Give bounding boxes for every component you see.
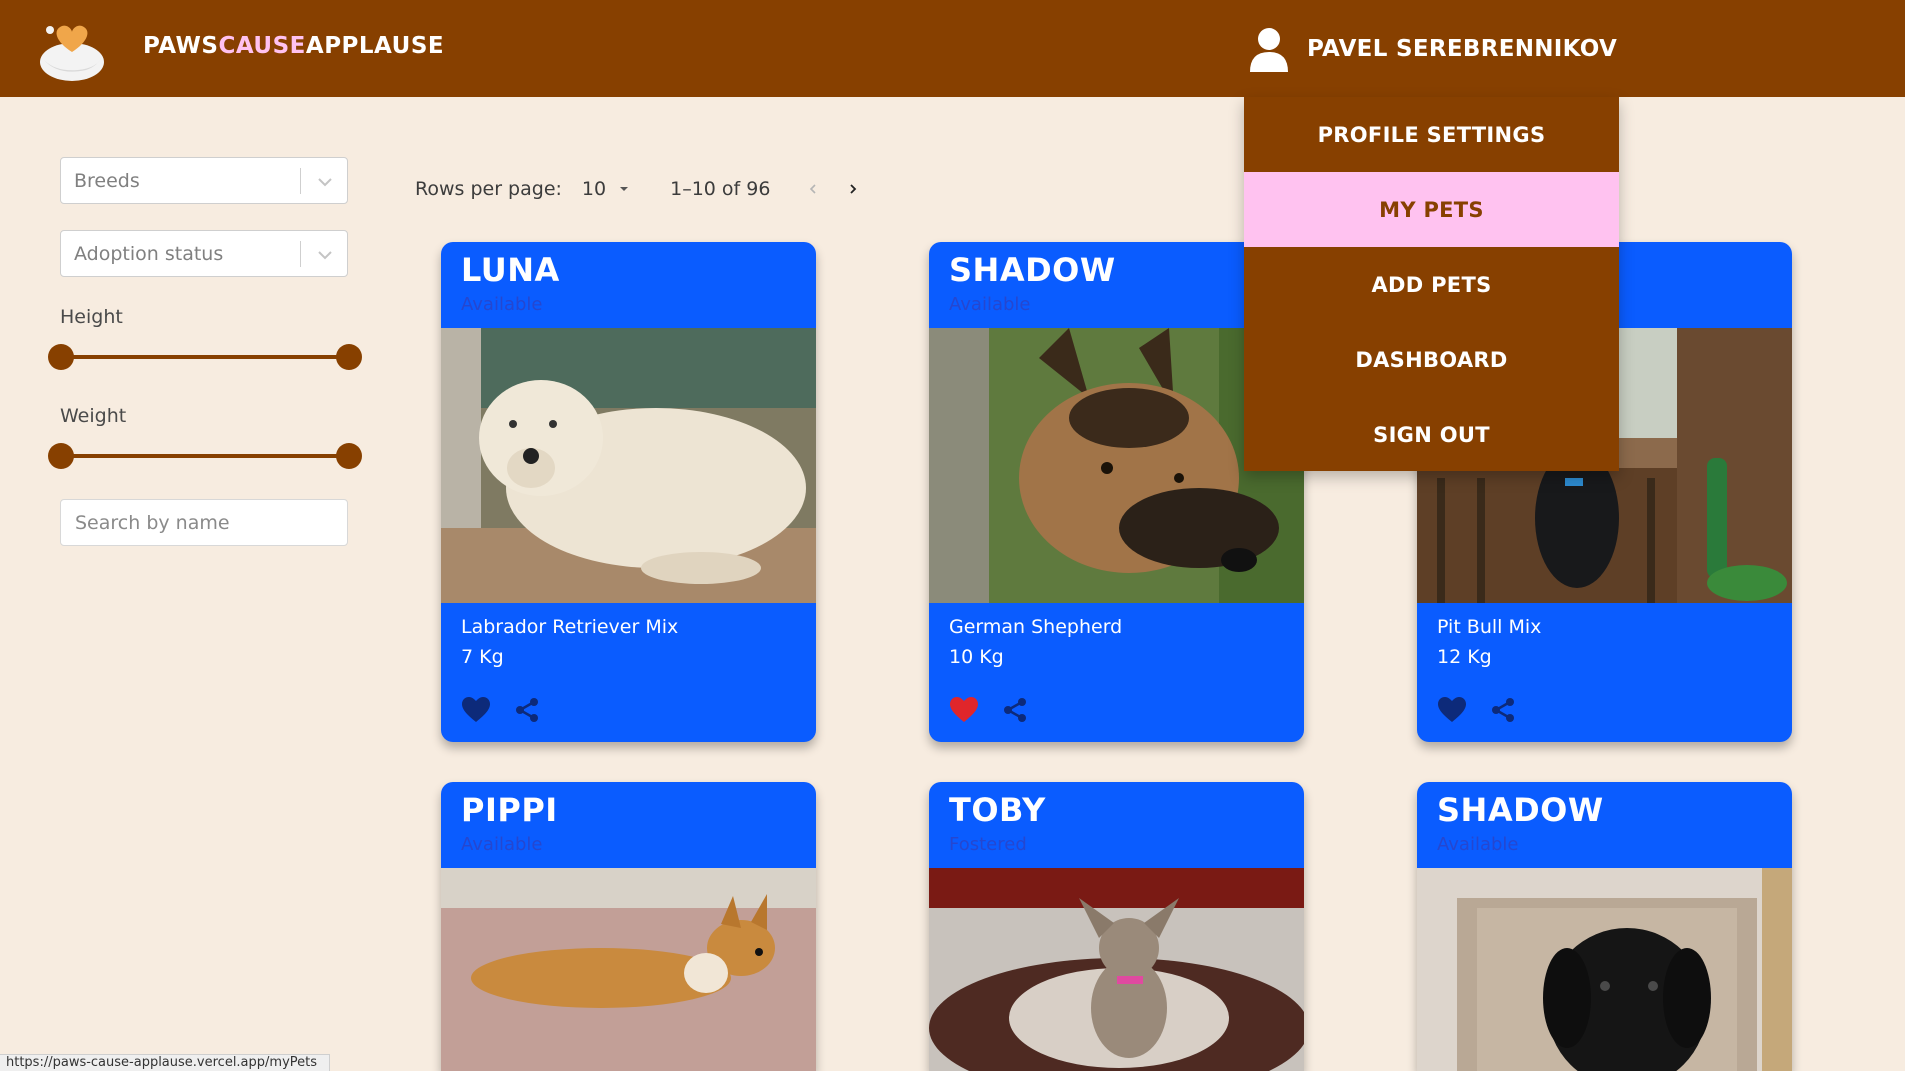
page-range: 1–10 of 96 (670, 178, 771, 200)
brand-part-applause: APPLAUSE (305, 33, 445, 59)
breeds-placeholder: Breeds (74, 170, 140, 192)
logo-heart-hand-icon[interactable] (38, 18, 106, 82)
brand-part-cause: CAUSE (218, 33, 306, 59)
next-page-icon[interactable] (846, 182, 860, 196)
pet-name: SHADOW (1437, 791, 1604, 829)
user-dropdown-menu: PROFILE SETTINGS MY PETS ADD PETS DASHBO… (1244, 97, 1619, 471)
pet-status: Available (949, 294, 1031, 315)
weight-range-slider[interactable] (48, 442, 362, 470)
weight-label: Weight (60, 405, 127, 427)
pet-weight: 7 Kg (461, 646, 504, 668)
slider-track (60, 454, 350, 458)
chevron-down-icon[interactable] (315, 245, 335, 265)
pet-name: TOBY (949, 791, 1046, 829)
pet-breed: German Shepherd (949, 616, 1123, 638)
pet-card[interactable]: LUNA Available Labrador Retriever Mix 7 … (441, 242, 816, 742)
height-label: Height (60, 306, 123, 328)
weight-min-thumb[interactable] (48, 443, 74, 469)
top-nav-bar: PAWSCAUSEAPPLAUSE PAVEL SEREBRENNIKOV (0, 0, 1905, 97)
user-menu-trigger[interactable]: PAVEL SEREBRENNIKOV (1248, 26, 1617, 72)
weight-max-thumb[interactable] (336, 443, 362, 469)
adoption-status-select[interactable]: Adoption status (60, 230, 348, 277)
slider-track (60, 355, 350, 359)
share-icon[interactable] (514, 697, 540, 723)
menu-item-my-pets[interactable]: MY PETS (1244, 172, 1619, 247)
prev-page-icon[interactable] (806, 182, 820, 196)
rows-per-page-select[interactable]: 10 (582, 178, 606, 200)
height-range-slider[interactable] (48, 343, 362, 371)
select-separator (300, 241, 301, 267)
height-min-thumb[interactable] (48, 344, 74, 370)
pet-card[interactable]: SHADOW Available (1417, 782, 1792, 1071)
pagination: Rows per page: 10 1–10 of 96 (415, 176, 860, 202)
user-avatar-icon (1250, 28, 1288, 72)
pet-photo (1417, 868, 1792, 1071)
pet-weight: 10 Kg (949, 646, 1004, 668)
adoption-status-placeholder: Adoption status (74, 243, 224, 265)
favorite-heart-icon[interactable] (462, 697, 490, 723)
pet-breed: Labrador Retriever Mix (461, 616, 679, 638)
brand-part-paws: PAWS (143, 33, 219, 59)
menu-item-profile-settings[interactable]: PROFILE SETTINGS (1244, 97, 1619, 172)
favorite-heart-icon[interactable] (950, 697, 978, 723)
pet-weight: 12 Kg (1437, 646, 1492, 668)
pet-breed: Pit Bull Mix (1437, 616, 1542, 638)
pet-status: Fostered (949, 834, 1027, 855)
pet-card[interactable]: PIPPI Available (441, 782, 816, 1071)
brand-name[interactable]: PAWSCAUSEAPPLAUSE (143, 33, 444, 59)
breeds-select[interactable]: Breeds (60, 157, 348, 204)
pet-status: Available (461, 834, 543, 855)
pet-status: Available (461, 294, 543, 315)
select-separator (300, 168, 301, 194)
search-by-name-input[interactable] (60, 499, 348, 546)
pet-status: Available (1437, 834, 1519, 855)
caret-down-icon[interactable] (618, 183, 630, 195)
pet-photo (441, 868, 816, 1071)
favorite-heart-icon[interactable] (1438, 697, 1466, 723)
share-icon[interactable] (1490, 697, 1516, 723)
rows-per-page-label: Rows per page: (415, 178, 562, 200)
share-icon[interactable] (1002, 697, 1028, 723)
pet-photo (441, 328, 816, 603)
pet-card[interactable]: TOBY Fostered (929, 782, 1304, 1071)
pet-photo (929, 868, 1304, 1071)
pet-name: SHADOW (949, 251, 1116, 289)
chevron-down-icon[interactable] (315, 172, 335, 192)
pet-name: PIPPI (461, 791, 558, 829)
menu-item-dashboard[interactable]: DASHBOARD (1244, 322, 1619, 397)
link-preview-status-bar: https://paws-cause-applause.vercel.app/m… (0, 1054, 330, 1071)
pet-name: LUNA (461, 251, 560, 289)
user-name: PAVEL SEREBRENNIKOV (1307, 36, 1618, 62)
menu-item-add-pets[interactable]: ADD PETS (1244, 247, 1619, 322)
height-max-thumb[interactable] (336, 344, 362, 370)
menu-item-sign-out[interactable]: SIGN OUT (1244, 397, 1619, 472)
